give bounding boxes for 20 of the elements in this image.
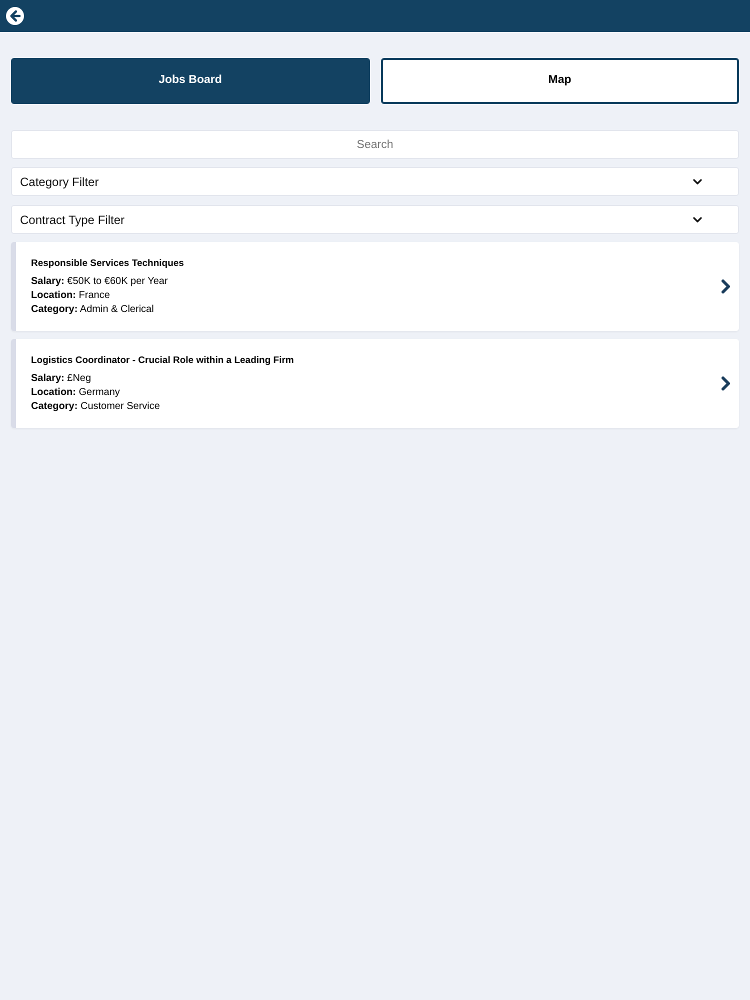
chevron-down-icon: [693, 216, 702, 222]
job-detail: Salary: £Neg: [31, 372, 92, 386]
back-icon[interactable]: [6, 7, 24, 25]
job-card[interactable]: Logistics Coordinator - Crucial Role within a Leading Firm Salary: £Neg Location: Germany Category: Customer Service: [11, 339, 739, 428]
filter-dropdown[interactable]: Contract Type Filter: [11, 205, 739, 234]
chevron-down-icon: [693, 178, 702, 184]
filter-dropdown[interactable]: Category Filter: [11, 167, 739, 196]
tab[interactable]: Map: [380, 58, 739, 104]
job-title: Responsible Services Techniques: [31, 256, 184, 270]
job-detail: Category: Admin & Clerical: [31, 302, 155, 316]
job-detail: Location: France: [31, 288, 111, 302]
job-detail: Salary: €50K to €60K per Year: [31, 274, 169, 288]
job-title: Logistics Coordinator - Crucial Role within a Leading Firm: [31, 354, 294, 368]
tab[interactable]: Jobs Board: [11, 58, 370, 104]
job-detail: Category: Customer Service: [31, 400, 161, 414]
job-detail: Location: Germany: [31, 386, 121, 400]
chevron-right-icon: [721, 279, 731, 294]
search-field[interactable]: Search: [11, 130, 739, 159]
job-card[interactable]: Responsible Services Techniques Salary: €50K to €60K per Year Location: France Category: Admin & Clerical: [11, 242, 739, 331]
chevron-right-icon: [721, 376, 731, 391]
